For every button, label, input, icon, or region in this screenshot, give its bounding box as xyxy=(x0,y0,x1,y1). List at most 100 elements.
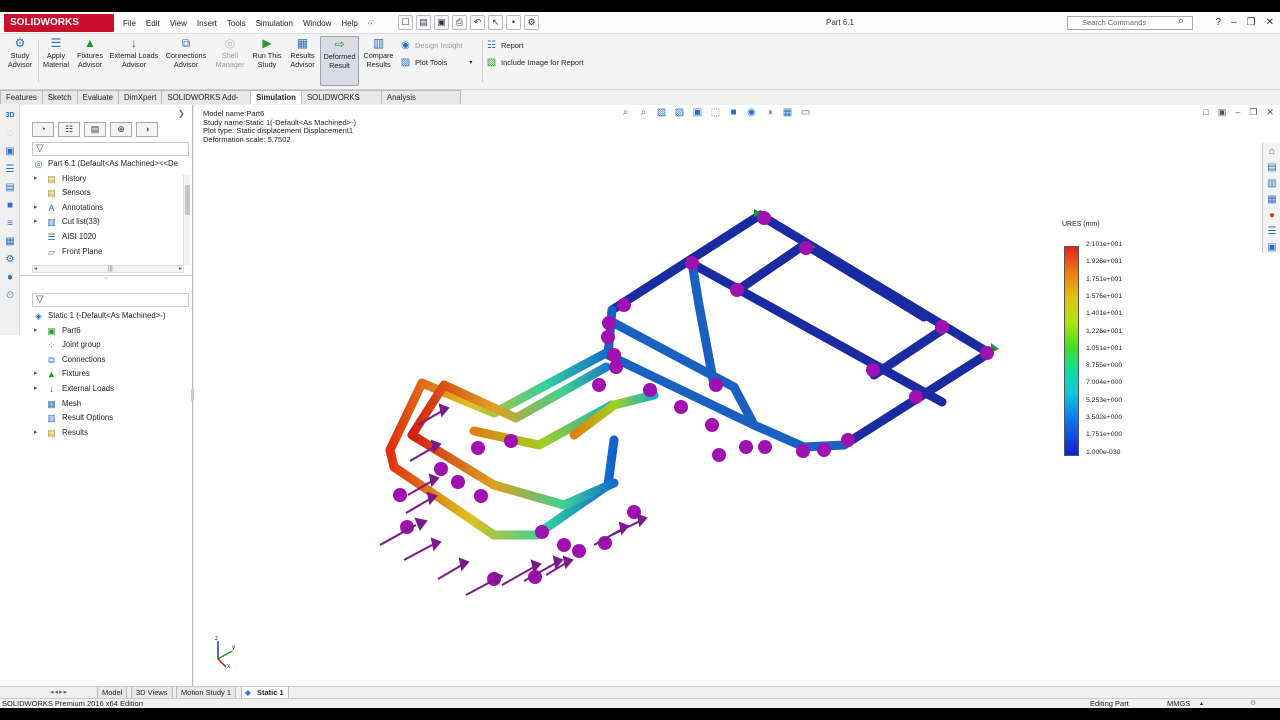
tab-dimxpert[interactable]: DimXpert xyxy=(117,90,163,104)
expand-arrow-icon[interactable]: ▸ xyxy=(34,201,38,216)
tab-simulation[interactable]: Simulation xyxy=(250,90,302,104)
study-advisor-button[interactable]: ⚙ Study Advisor xyxy=(3,36,37,69)
tab-sketch[interactable]: Sketch xyxy=(41,90,78,104)
graphics-viewport[interactable]: Model name:Part6 Study name:Static 1(-De… xyxy=(194,105,1280,686)
apply-material-button[interactable]: ☰ Apply Material xyxy=(40,36,72,69)
scroll-thumb[interactable] xyxy=(185,185,190,215)
tree-item-connections[interactable]: ⧉ Connections xyxy=(32,353,184,368)
menu-file[interactable]: File xyxy=(118,19,141,28)
results-advisor-button[interactable]: ▦ Results Advisor xyxy=(286,36,319,69)
tree-item-history[interactable]: ▸ ▤ History xyxy=(32,172,184,187)
run-this-study-button[interactable]: ▶ Run This Study xyxy=(250,36,284,69)
report-button[interactable]: ☷ Report xyxy=(486,40,524,51)
tree-item-annotations[interactable]: ▸ A Annotations xyxy=(32,201,184,216)
search-icon[interactable]: ⌕ xyxy=(1178,15,1184,28)
pin-icon[interactable]: ☉ xyxy=(363,19,380,28)
display-manager-tab-icon[interactable]: ◑ xyxy=(136,122,158,137)
cube-icon[interactable]: ■ xyxy=(3,199,17,213)
tab-navigation-arrows-icon[interactable]: ◂◂▸▸ xyxy=(50,688,68,696)
plot-tools-button[interactable]: ▨ Plot Tools ▾ xyxy=(400,57,473,68)
scroll-left-arrow-icon[interactable]: ◂ xyxy=(34,266,37,272)
tree-root-static-study[interactable]: ◈ Static 1 (-Default<As Machined>-) xyxy=(32,309,184,324)
tree-item-front-plane[interactable]: ▱ Front Plane xyxy=(32,245,184,260)
ghost-icon[interactable]: ◌ xyxy=(3,127,17,141)
minimize-icon[interactable]: – xyxy=(1231,12,1237,34)
solidworks-logo[interactable]: SOLIDWORKS xyxy=(4,14,114,32)
close-icon[interactable]: ✕ xyxy=(1266,12,1274,34)
tab-features[interactable]: Features xyxy=(0,90,43,104)
options-gear-icon[interactable]: ⚙ xyxy=(524,15,539,30)
status-settings-icon[interactable]: ⚙ xyxy=(1250,699,1256,709)
study-icon[interactable]: ▣ xyxy=(3,145,17,159)
tree-root-part[interactable]: ◎ Part 6.1 (Default<As Machined><<De xyxy=(32,157,184,172)
fixtures-advisor-button[interactable]: ▲ Fixtures Advisor xyxy=(73,36,107,69)
select-arrow-icon[interactable]: ↖ xyxy=(488,15,503,30)
configuration-manager-tab-icon[interactable]: ▤ xyxy=(84,122,106,137)
tree-item-part6[interactable]: ▸ ▣ Part6 xyxy=(32,324,184,339)
tree-item-fixtures[interactable]: ▸ ▲ Fixtures xyxy=(32,367,184,382)
connections-advisor-button[interactable]: ⧉ Connections Advisor xyxy=(162,36,210,69)
restore-icon[interactable]: ❐ xyxy=(1247,12,1256,34)
panel-splitter[interactable]: ○ xyxy=(20,275,192,282)
menu-edit[interactable]: Edit xyxy=(141,19,165,28)
compare-results-button[interactable]: ▥ Compare Results xyxy=(361,36,396,69)
mesh-icon[interactable]: ▦ xyxy=(3,235,17,249)
unit-system-selector[interactable]: MMGS xyxy=(1167,699,1190,709)
design-insight-button[interactable]: ◉ Design Insight xyxy=(400,40,462,51)
scroll-right-arrow-icon[interactable]: ▸ xyxy=(179,266,182,272)
expand-arrow-icon[interactable]: ▸ xyxy=(34,172,38,187)
print-icon[interactable]: ⎙ xyxy=(452,15,467,30)
feature-tree-vertical-scrollbar[interactable] xyxy=(183,175,190,265)
folder-icon[interactable]: ▤ xyxy=(3,181,17,195)
tree-item-mesh[interactable]: ▦ Mesh xyxy=(32,397,184,412)
material-icon[interactable]: ☰ xyxy=(3,163,17,177)
menu-view[interactable]: View xyxy=(165,19,192,28)
menu-window[interactable]: Window xyxy=(298,19,336,28)
feature-manager-tab-icon[interactable]: ◔ xyxy=(32,122,54,137)
expand-arrow-icon[interactable]: ▸ xyxy=(34,426,38,441)
settings-icon[interactable]: ⚙ xyxy=(3,253,17,267)
sensor-icon[interactable]: ⏲ xyxy=(3,289,17,303)
expand-arrow-icon[interactable]: ▸ xyxy=(34,367,38,382)
collapse-arrow-icon[interactable]: ❯ xyxy=(178,109,185,118)
expand-arrow-icon[interactable]: ▸ xyxy=(34,382,38,397)
ball-icon[interactable]: ● xyxy=(3,271,17,285)
help-icon[interactable]: ? xyxy=(1216,12,1222,34)
unit-dropdown-icon[interactable]: ▴ xyxy=(1200,699,1203,709)
chevron-down-icon[interactable]: ▾ xyxy=(469,59,472,66)
stack-icon[interactable]: ≡ xyxy=(3,217,17,231)
tab-solidworks-add-ins[interactable]: SOLIDWORKS Add-Ins xyxy=(161,90,252,115)
tree-item-sensors[interactable]: ▤ Sensors xyxy=(32,186,184,201)
expand-arrow-icon[interactable]: ▸ xyxy=(34,324,38,339)
tab-solidworks-mbd[interactable]: SOLIDWORKS MBD xyxy=(300,90,382,115)
shell-manager-button[interactable]: ◎ Shell Manager xyxy=(212,36,248,69)
expand-arrow-icon[interactable]: ▸ xyxy=(34,215,38,230)
deformed-result-button[interactable]: ⇨ Deformed Result xyxy=(320,36,359,86)
dimxpert-manager-tab-icon[interactable]: ⊕ xyxy=(110,122,132,137)
scroll-grip-icon[interactable]: ||| xyxy=(108,266,113,272)
tab-analysis-preparation[interactable]: Analysis Preparation xyxy=(380,90,461,115)
tree-item-external-loads[interactable]: ▸ ↓ External Loads xyxy=(32,382,184,397)
property-manager-tab-icon[interactable]: ☷ xyxy=(58,122,80,137)
tab-evaluate[interactable]: Evaluate xyxy=(76,90,119,104)
new-document-icon[interactable]: ☐ xyxy=(398,15,413,30)
tree-item-results[interactable]: ▸ ▤ Results xyxy=(32,426,184,441)
tree-item-result-options[interactable]: ▥ Result Options xyxy=(32,411,184,426)
rebuild-traffic-light-icon[interactable]: • xyxy=(506,15,521,30)
results-color-legend[interactable]: URES (mm) 2.101e+001 1.926e+001 1.751e+0… xyxy=(1062,221,1182,456)
feature-tree-horizontal-scrollbar[interactable]: ◂ ||| ▸ xyxy=(32,265,184,273)
external-loads-advisor-button[interactable]: ↓ External Loads Advisor xyxy=(108,36,160,69)
search-commands-input[interactable]: Search Commands xyxy=(1067,16,1193,30)
save-icon[interactable]: ▣ xyxy=(434,15,449,30)
tree-item-joint-group[interactable]: ⁘ Joint group xyxy=(32,338,184,353)
menu-simulation[interactable]: Simulation xyxy=(251,19,298,28)
3d-view-icon[interactable]: 3D xyxy=(3,109,17,123)
menu-help[interactable]: Help xyxy=(336,19,362,28)
open-folder-icon[interactable]: ▤ xyxy=(416,15,431,30)
tree-item-material[interactable]: ☰ AISI 1020 xyxy=(32,230,184,245)
include-image-for-report-button[interactable]: ▧ Include Image for Report xyxy=(486,57,584,68)
tree-item-cut-list[interactable]: ▸ ▥ Cut list(33) xyxy=(32,215,184,230)
menu-insert[interactable]: Insert xyxy=(192,19,222,28)
study-tree-filter[interactable]: ▽ xyxy=(32,293,189,307)
feature-tree-filter[interactable]: ▽ xyxy=(32,142,189,156)
